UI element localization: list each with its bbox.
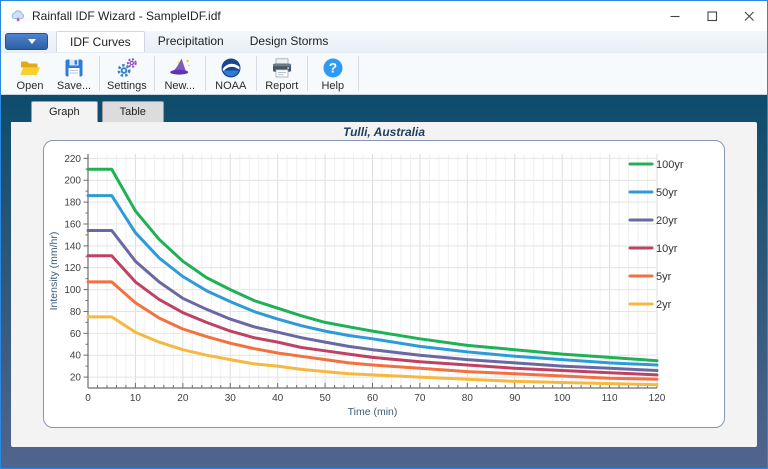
svg-text:80: 80 (70, 307, 82, 318)
legend-label-10yr: 10yr (656, 243, 678, 255)
close-button[interactable] (730, 1, 767, 31)
gears-icon (117, 58, 137, 77)
save-floppy-icon (65, 59, 83, 77)
tab-design-storms[interactable]: Design Storms (237, 31, 342, 52)
app-window: Rainfall IDF Wizard - SampleIDF.idf IDF … (0, 0, 768, 469)
svg-text:120: 120 (64, 263, 81, 274)
minimize-icon (670, 15, 679, 18)
app-menu-button[interactable] (5, 33, 48, 50)
cloud-rain-app-icon (10, 8, 26, 24)
wizard-hat-icon (169, 58, 190, 75)
svg-text:120: 120 (649, 393, 666, 404)
svg-text:10: 10 (130, 393, 142, 404)
svg-text:60: 60 (70, 329, 82, 340)
svg-text:80: 80 (462, 393, 474, 404)
svg-text:?: ? (329, 61, 337, 76)
legend-label-5yr: 5yr (656, 271, 672, 283)
toolbar-separator (357, 56, 359, 91)
svg-text:40: 40 (272, 393, 284, 404)
svg-text:Time (min): Time (min) (348, 406, 398, 418)
tab-idf-curves[interactable]: IDF Curves (56, 31, 145, 52)
svg-text:Intensity (mm/hr): Intensity (mm/hr) (48, 232, 60, 311)
noaa-button[interactable]: NOAA (209, 53, 253, 94)
svg-text:180: 180 (64, 198, 81, 209)
svg-text:220: 220 (64, 154, 81, 165)
minimize-button[interactable] (656, 1, 693, 31)
chevron-down-icon (27, 39, 36, 44)
content-frame: Graph Table Tulli, Australia 0 10 20 30 40 50… (1, 95, 767, 468)
svg-text:50: 50 (320, 393, 332, 404)
svg-text:40: 40 (70, 351, 82, 362)
settings-button[interactable]: Settings (103, 53, 151, 94)
idf-chart-svg: 0 10 20 30 40 50 60 70 80 90 100 110 120 20 40 60 80 100 1… (48, 154, 684, 418)
svg-text:100: 100 (64, 285, 81, 296)
svg-text:20: 20 (177, 393, 189, 404)
open-button[interactable]: Open (8, 53, 52, 94)
save-label: Save... (56, 80, 92, 92)
svg-text:70: 70 (414, 393, 426, 404)
close-icon (744, 11, 754, 21)
open-folder-icon (20, 61, 40, 75)
toolbar-separator (153, 56, 155, 91)
chart-title: Tulli, Australia (342, 125, 426, 139)
legend-label-50yr: 50yr (656, 187, 678, 199)
new-label: New... (164, 80, 196, 92)
window-title: Rainfall IDF Wizard - SampleIDF.idf (32, 9, 221, 23)
report-button[interactable]: Report (260, 53, 304, 94)
toolbar-separator (99, 56, 100, 91)
maximize-icon (706, 11, 717, 22)
chart-container: 0 10 20 30 40 50 60 70 80 90 100 110 120 20 40 60 80 100 1… (43, 140, 725, 428)
svg-text:30: 30 (225, 393, 237, 404)
svg-text:110: 110 (602, 393, 618, 404)
svg-text:0: 0 (85, 393, 91, 404)
toolbar-separator (306, 56, 308, 91)
doc-tab-graph[interactable]: Graph (31, 101, 98, 122)
help-label: Help (321, 80, 345, 92)
noaa-logo-icon (221, 58, 241, 78)
doc-tabs: Graph Table (31, 101, 757, 122)
toolbar: Open Save... Settings New... NOAA Report… (1, 52, 767, 95)
maximize-button[interactable] (693, 1, 730, 31)
legend-label-2yr: 2yr (656, 299, 672, 311)
new-button[interactable]: New... (158, 53, 202, 94)
tab-precipitation[interactable]: Precipitation (145, 31, 237, 52)
noaa-label: NOAA (215, 80, 247, 92)
legend-label-100yr: 100yr (656, 159, 684, 171)
titlebar: Rainfall IDF Wizard - SampleIDF.idf (1, 1, 767, 31)
printer-icon (272, 58, 291, 78)
menu-tabstrip: IDF Curves Precipitation Design Storms (1, 31, 767, 52)
toolbar-separator (255, 56, 257, 91)
svg-text:60: 60 (367, 393, 379, 404)
svg-text:100: 100 (554, 393, 571, 404)
svg-text:20: 20 (70, 373, 82, 384)
open-label: Open (16, 80, 44, 92)
legend-label-20yr: 20yr (656, 215, 678, 227)
report-label: Report (265, 80, 299, 92)
save-button[interactable]: Save... (52, 53, 96, 94)
doc-tab-table[interactable]: Table (101, 101, 164, 122)
help-question-icon: ? (323, 58, 343, 78)
content-panel: Tulli, Australia 0 10 20 30 40 50 60 70 80 90 100 1… (11, 122, 757, 447)
toolbar-separator (204, 56, 206, 91)
svg-text:160: 160 (64, 219, 81, 230)
svg-text:200: 200 (64, 176, 81, 187)
svg-text:90: 90 (509, 393, 521, 404)
help-button[interactable]: ? Help (311, 53, 355, 94)
svg-text:140: 140 (64, 241, 81, 252)
settings-label: Settings (107, 80, 147, 92)
